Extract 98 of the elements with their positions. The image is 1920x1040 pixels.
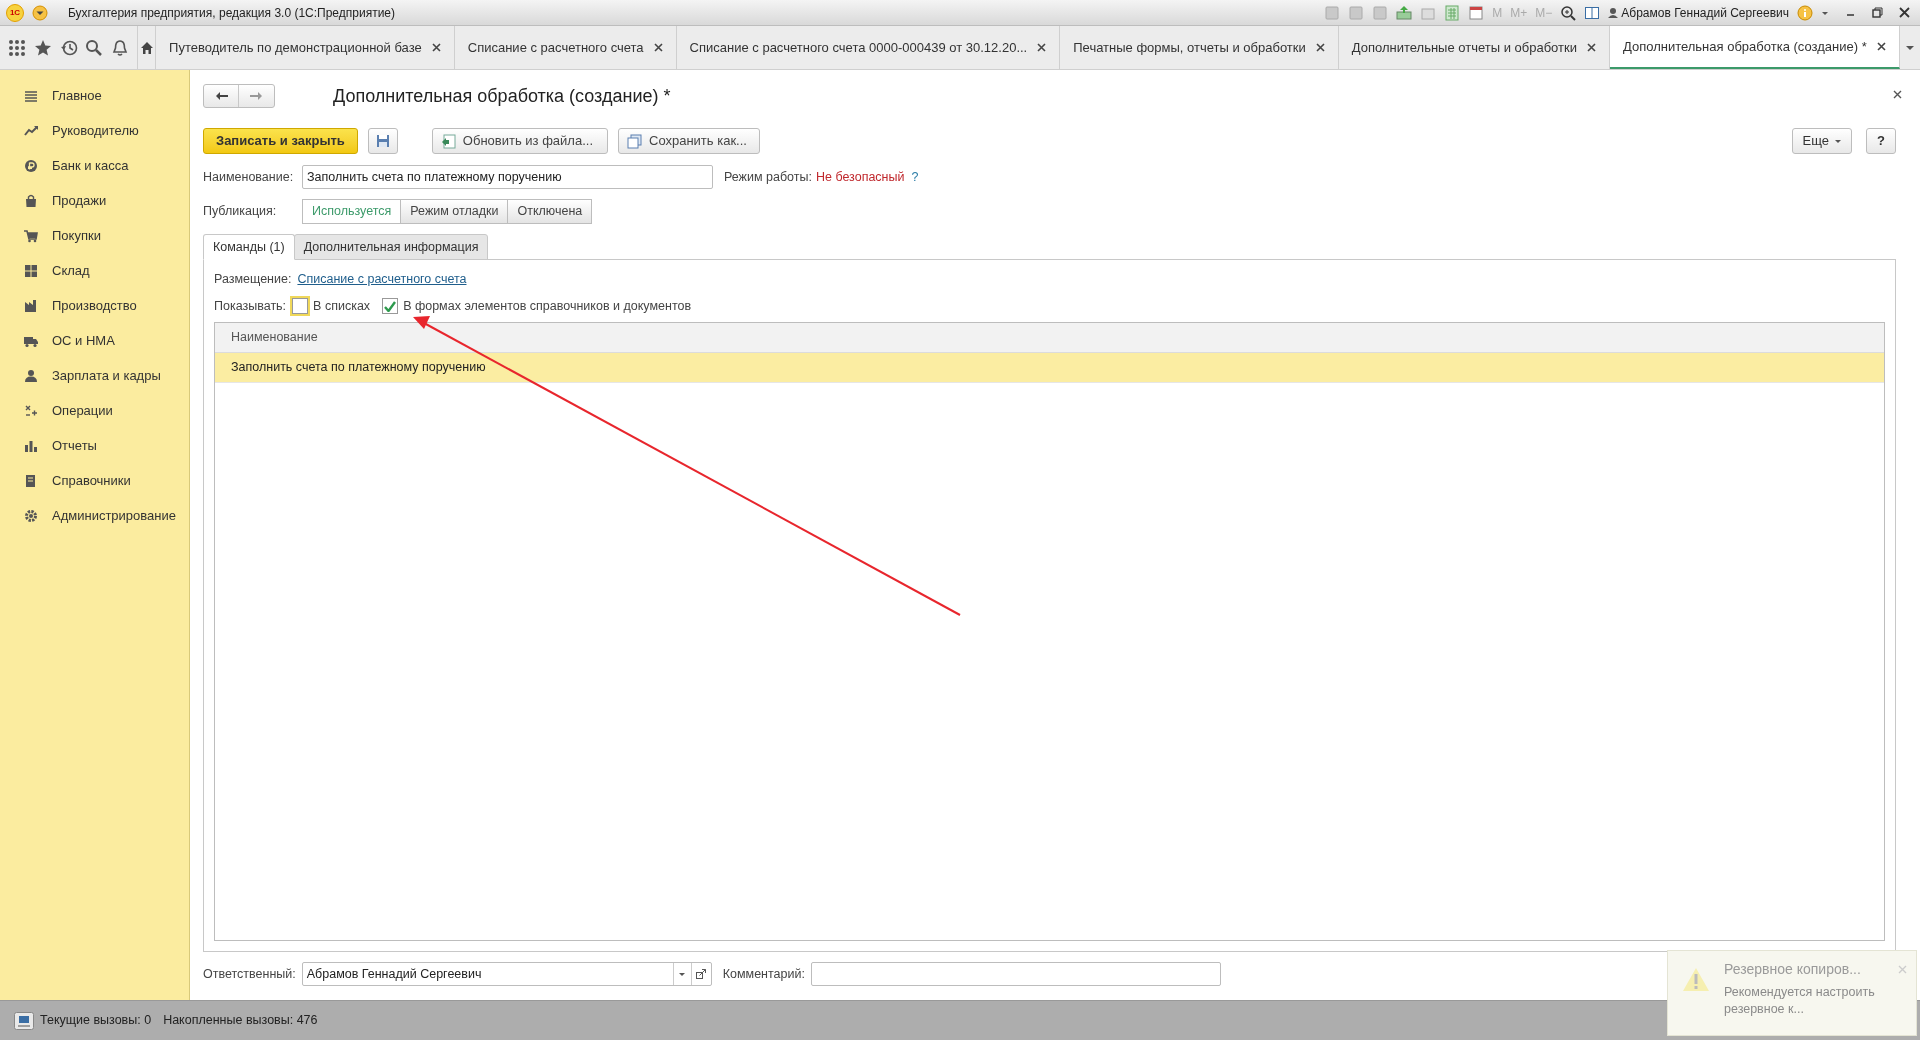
- close-icon[interactable]: [1037, 43, 1047, 52]
- publication-option[interactable]: Отключена: [507, 199, 593, 224]
- status-text: Накопленные вызовы: 476: [163, 1012, 318, 1030]
- section-icon: [24, 508, 38, 523]
- form-title: Дополнительная обработка (создание) *: [333, 84, 671, 108]
- caret-icon: [1835, 139, 1841, 143]
- section-icon: [24, 228, 38, 243]
- sidebar-item[interactable]: Производство: [0, 288, 189, 323]
- section-icon: [24, 193, 38, 208]
- column-header[interactable]: Наименование: [215, 328, 318, 347]
- close-icon[interactable]: [1876, 42, 1886, 51]
- window-title: Бухгалтерия предприятия, редакция 3.0 (1С:Предприятие): [68, 4, 396, 22]
- help-button[interactable]: ?: [1866, 128, 1896, 154]
- placement-link[interactable]: Списание с расчетного счета: [297, 269, 467, 289]
- form-tab[interactable]: Команды (1): [203, 234, 295, 260]
- zoom-icon[interactable]: [1560, 4, 1577, 21]
- home-icon[interactable]: [139, 40, 154, 55]
- document-icon: [440, 133, 456, 149]
- arrow-right-icon: [250, 91, 263, 101]
- bell-icon[interactable]: [111, 38, 130, 57]
- user-name[interactable]: Абрамов Геннадий Сергеевич: [1621, 3, 1789, 22]
- toolbar-button[interactable]: Обновить из файла...: [431, 128, 608, 154]
- section-icon: [24, 263, 38, 278]
- user-icon: [1608, 7, 1619, 18]
- publication-option[interactable]: Используется: [302, 199, 402, 224]
- close-icon[interactable]: [1899, 7, 1910, 18]
- check-icon: [384, 300, 397, 312]
- section-icon: [24, 158, 38, 173]
- checkbox[interactable]: [292, 298, 309, 314]
- app-logo[interactable]: 1С: [6, 3, 24, 22]
- calendar-icon[interactable]: [1468, 4, 1485, 21]
- toolbar-button[interactable]: Сохранить как...: [618, 128, 760, 154]
- section-icon: [24, 438, 38, 453]
- caret-icon[interactable]: [1821, 9, 1829, 16]
- responsible-field[interactable]: Абрамов Геннадий Сергеевич: [301, 962, 712, 986]
- close-icon[interactable]: [431, 43, 441, 52]
- star-icon[interactable]: [33, 38, 52, 57]
- info-icon[interactable]: [1797, 4, 1813, 21]
- sidebar-item[interactable]: Покупки: [0, 218, 189, 253]
- table-row[interactable]: Заполнить счета по платежному поручению: [215, 353, 1884, 383]
- sidebar-item[interactable]: Продажи: [0, 183, 189, 218]
- publication-option[interactable]: Режим отладки: [400, 199, 509, 224]
- field-label: Размещение:: [214, 270, 292, 288]
- field-label: Наименование:: [203, 168, 295, 186]
- name-field[interactable]: Заполнить счета по платежному поручению: [302, 165, 713, 189]
- help-link[interactable]: ?: [911, 167, 919, 187]
- mode-value: Не безопасный: [815, 168, 905, 186]
- comment-field[interactable]: [810, 962, 1221, 986]
- field-label: Публикация:: [203, 203, 278, 221]
- save-button[interactable]: [367, 128, 398, 154]
- open-icon: [696, 969, 707, 979]
- field-label: Ответственный:: [203, 965, 296, 983]
- checkbox-label[interactable]: В формах элементов справочников и документов: [403, 296, 692, 316]
- floppy-icon: [375, 134, 390, 148]
- panels-icon[interactable]: [1584, 4, 1601, 21]
- sidebar-item[interactable]: Администрирование: [0, 498, 189, 533]
- save-and-close-button[interactable]: Записать и закрыть: [203, 128, 358, 154]
- calls-icon[interactable]: [14, 1011, 34, 1030]
- sidebar-item[interactable]: Отчеты: [0, 428, 189, 463]
- sidebar-item[interactable]: Зарплата и кадры: [0, 358, 189, 393]
- checkbox[interactable]: [382, 298, 399, 314]
- section-icon: [24, 123, 38, 138]
- sidebar-item[interactable]: Операции: [0, 393, 189, 428]
- sidebar-item[interactable]: Банк и касса: [0, 148, 189, 183]
- dropdown-icon: [679, 972, 686, 976]
- sidebar-item[interactable]: ОС и НМА: [0, 323, 189, 358]
- close-icon[interactable]: [653, 43, 663, 52]
- more-button[interactable]: Еще: [1791, 128, 1852, 154]
- sidebar-item[interactable]: Руководителю: [0, 113, 189, 148]
- field-label: Комментарий:: [722, 965, 805, 983]
- sidebar-item[interactable]: Склад: [0, 253, 189, 288]
- section-icon: [24, 88, 38, 103]
- close-icon[interactable]: [1893, 89, 1902, 99]
- form-tab[interactable]: Дополнительная информация: [293, 234, 489, 260]
- section-icon: [24, 403, 38, 418]
- close-icon[interactable]: [1315, 43, 1325, 52]
- document-icon: [627, 133, 642, 149]
- section-icon: [24, 298, 38, 313]
- sidebar-item[interactable]: Главное: [0, 78, 189, 113]
- section-icon: [24, 368, 38, 383]
- apps-icon[interactable]: [7, 38, 26, 57]
- field-label: Показывать:: [214, 297, 287, 315]
- section-icon: [24, 473, 38, 488]
- status-text: Текущие вызовы: 0: [40, 1012, 152, 1030]
- document-tab[interactable]: Дополнительная обработка (создание) *: [1609, 26, 1900, 69]
- close-icon[interactable]: [1586, 43, 1596, 52]
- field-label: Режим работы:: [724, 168, 812, 186]
- arrow-left-icon: [214, 91, 228, 101]
- export-icon[interactable]: [1396, 4, 1413, 21]
- sidebar-item[interactable]: Справочники: [0, 463, 189, 498]
- notification-text: Рекомендуется настроить резервное к...: [1724, 984, 1876, 1018]
- checkbox-label[interactable]: В списках: [313, 296, 371, 316]
- warning-icon: [1682, 967, 1710, 992]
- search-icon[interactable]: [85, 38, 104, 57]
- menu-dropdown-icon[interactable]: [32, 4, 48, 21]
- tabs-menu-icon[interactable]: [1904, 44, 1915, 51]
- history-icon[interactable]: [59, 38, 78, 57]
- restore-icon[interactable]: [1872, 7, 1883, 18]
